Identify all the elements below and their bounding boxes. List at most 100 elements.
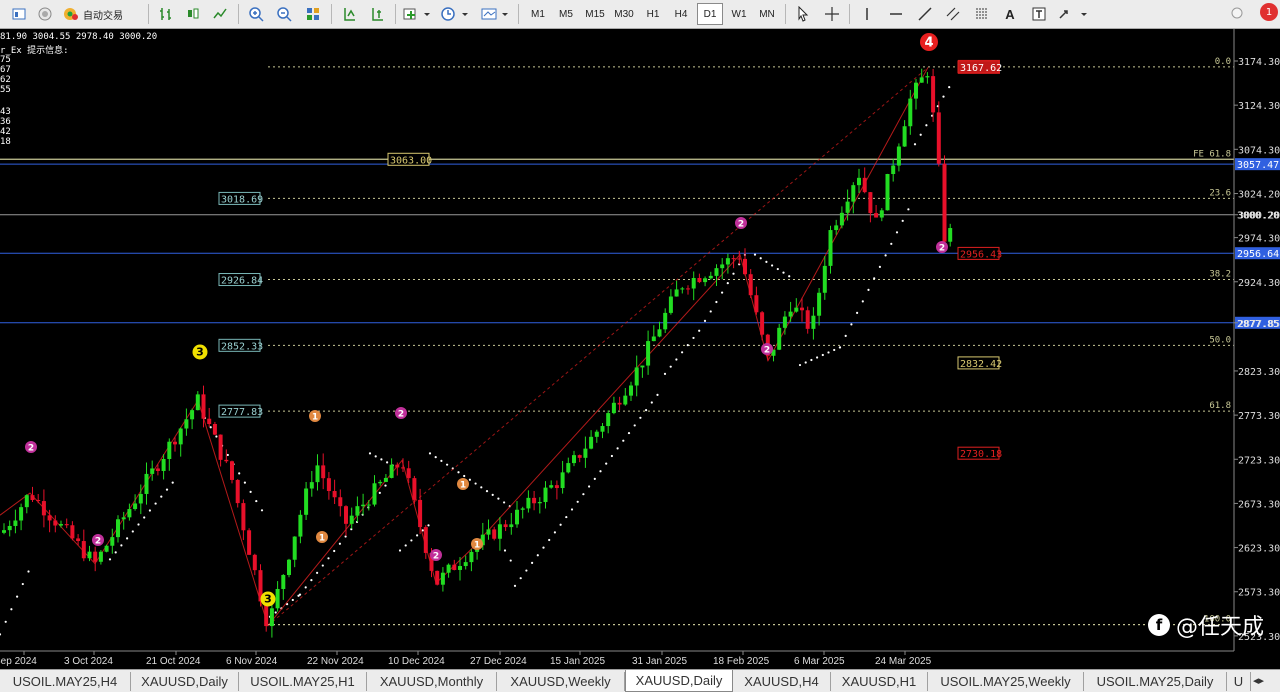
candle-body <box>326 478 331 492</box>
price-tick-label: 2823.30 <box>1238 367 1280 378</box>
candle-body <box>868 192 873 214</box>
candle-body <box>355 506 360 516</box>
tab-usoil-h4[interactable]: USOIL.MAY25,H4 <box>0 672 131 691</box>
sar-dot <box>721 291 724 294</box>
templates-dropdown[interactable] <box>479 3 511 25</box>
tile-windows-icon[interactable] <box>302 3 324 25</box>
indicators-dropdown[interactable] <box>401 3 433 25</box>
timeframe-h4[interactable]: H4 <box>668 3 694 25</box>
price-tick-label: 2573.30 <box>1238 588 1280 599</box>
tab-xauusd-h1[interactable]: XAUUSD,H1 <box>831 672 928 691</box>
watermark-text: @任天成 <box>1175 615 1264 640</box>
candle-body <box>800 307 804 311</box>
price-chart[interactable]: 43322222221111 0.0 3167.62 FE 61.8 3063.00 3… <box>0 29 1280 687</box>
timeframe-m5[interactable]: M5 <box>553 3 579 25</box>
bar-chart-icon[interactable] <box>155 3 177 25</box>
sar-dot <box>327 557 330 560</box>
fibonacci-level-label: 38.2 <box>1209 270 1231 280</box>
new-chart-icon[interactable] <box>8 3 30 25</box>
arrows-dropdown[interactable] <box>1056 3 1090 25</box>
candle-body <box>178 428 183 445</box>
periods-dropdown[interactable] <box>439 3 471 25</box>
auto-scroll-icon[interactable] <box>338 3 360 25</box>
chart-shift-icon[interactable] <box>366 3 388 25</box>
tab-xauusd-monthly[interactable]: XAUUSD,Monthly <box>367 672 497 691</box>
timeframe-m30[interactable]: M30 <box>611 3 637 25</box>
tab-overflow[interactable]: U <box>1227 672 1251 691</box>
sar-dot <box>804 361 807 364</box>
trendline-icon[interactable] <box>914 3 936 25</box>
equidistant-channel-icon[interactable] <box>942 3 964 25</box>
sar-dot <box>440 459 443 463</box>
text-label-icon[interactable] <box>1028 3 1050 25</box>
sar-dot <box>639 416 642 419</box>
timeframe-m1[interactable]: M1 <box>525 3 551 25</box>
zoom-out-icon[interactable] <box>273 3 295 25</box>
candle-body <box>452 564 457 570</box>
candle-body <box>651 336 656 342</box>
wave-label-text: 2 <box>939 244 945 254</box>
timeframe-w1[interactable]: W1 <box>726 3 752 25</box>
tab-xauusd-weekly[interactable]: XAUUSD,Weekly <box>497 672 625 691</box>
horizontal-line-icon[interactable] <box>885 3 907 25</box>
sar-dot <box>675 358 678 361</box>
wave-label-text: 1 <box>319 534 325 544</box>
notification-badge[interactable]: 1 <box>1260 3 1278 21</box>
sar-dot <box>873 277 876 280</box>
tab-xauusd-h4[interactable]: XAUUSD,H4 <box>733 672 831 691</box>
timeframe-m15[interactable]: M15 <box>582 3 608 25</box>
info-line-1: 81.90 3004.55 2978.40 3000.20 <box>0 32 158 42</box>
candle-body <box>743 258 747 275</box>
candle-body <box>463 562 468 567</box>
autotrade-button[interactable]: 自动交易 <box>62 3 142 25</box>
sar-dot <box>838 346 842 349</box>
timeframe-h1[interactable]: H1 <box>640 3 666 25</box>
sar-dot <box>260 509 264 512</box>
candle-body <box>731 258 736 260</box>
sar-dot <box>633 424 636 427</box>
sar-dot <box>588 485 591 488</box>
crosshair-icon[interactable] <box>821 3 843 25</box>
sar-dot <box>255 499 258 503</box>
tab-xauusd-daily[interactable]: XAUUSD,Daily <box>131 672 239 691</box>
candle-body <box>435 570 440 585</box>
sar-dot <box>21 582 24 586</box>
sar-dot <box>497 497 500 500</box>
chart-canvas[interactable]: 43322222221111 0.03167.62FE 61.83063.00 3… <box>0 29 1280 687</box>
sar-dot <box>468 478 471 481</box>
bulb-icon[interactable] <box>1226 3 1248 25</box>
indicator-value: 36 <box>0 117 11 127</box>
candle-body <box>634 367 639 386</box>
tab-xauusd-daily-active[interactable]: XAUUSD,Daily <box>625 670 733 692</box>
sar-dot <box>398 549 402 552</box>
candle-body <box>657 329 662 337</box>
timeframe-mn[interactable]: MN <box>754 3 780 25</box>
candle-body <box>315 465 320 483</box>
tab-usoil-weekly[interactable]: USOIL.MAY25,Weekly <box>928 672 1084 691</box>
globe-icon[interactable] <box>34 3 56 25</box>
sar-dot <box>243 481 246 484</box>
sar-dot <box>503 501 506 504</box>
date-tick-label: 18 Feb 2025 <box>713 656 770 667</box>
candle-body <box>446 564 451 573</box>
candle-body <box>2 530 6 533</box>
vertical-line-icon[interactable] <box>856 3 878 25</box>
sar-dot <box>599 470 602 473</box>
fibonacci-icon[interactable] <box>971 3 993 25</box>
candlestick-icon[interactable] <box>182 3 204 25</box>
tab-usoil-h1[interactable]: USOIL.MAY25,H1 <box>239 672 367 691</box>
text-tool[interactable]: A <box>999 3 1021 25</box>
sar-dot <box>0 633 2 636</box>
candle-body <box>275 588 280 609</box>
sar-dot <box>686 344 689 347</box>
line-chart-icon[interactable] <box>209 3 231 25</box>
price-label: 2926.84 <box>221 276 263 287</box>
tabs-scroll-arrows-icon[interactable]: ◂▸ <box>1253 674 1264 687</box>
sar-dot <box>485 490 489 493</box>
tab-usoil-daily[interactable]: USOIL.MAY25,Daily <box>1084 672 1227 691</box>
candle-body <box>93 551 98 562</box>
cursor-icon[interactable] <box>792 3 814 25</box>
sar-dot <box>114 551 117 554</box>
timeframe-d1[interactable]: D1 <box>697 3 723 25</box>
zoom-in-icon[interactable] <box>245 3 267 25</box>
